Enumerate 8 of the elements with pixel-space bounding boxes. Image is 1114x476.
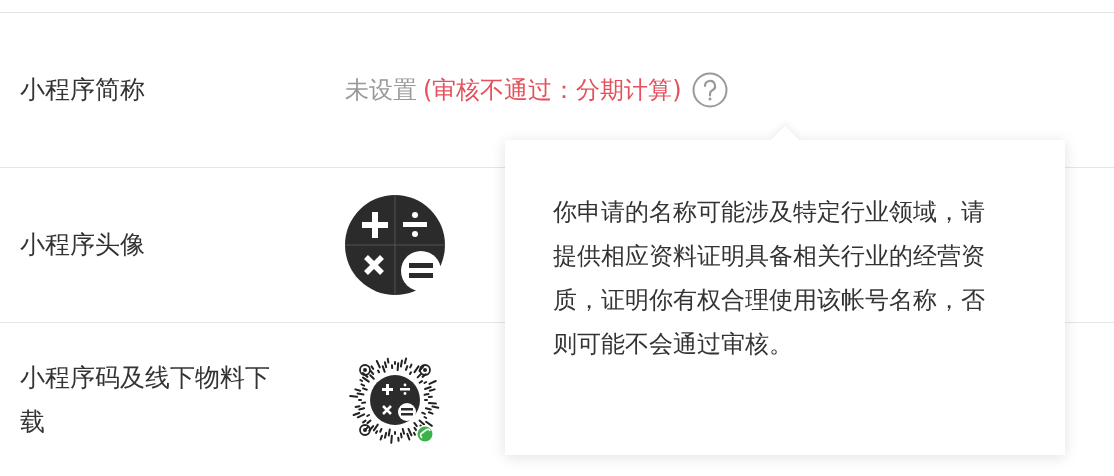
- tooltip-text: 你申请的名称可能涉及特定行业领域，请提供相应资料证明具备相关行业的经营资质，证明你有权合理使用该帐号名称，否则可能不会通过审核。: [553, 197, 986, 360]
- review-status: (审核不通过：分期计算): [423, 75, 682, 106]
- calculator-icon: [345, 195, 445, 295]
- field-value: 未设置: [345, 75, 417, 106]
- help-icon[interactable]: [691, 72, 728, 108]
- field-label: 小程序码及线下物料下载: [19, 362, 271, 438]
- field-label: 小程序头像: [19, 229, 146, 261]
- field-label: 小程序简称: [19, 74, 146, 106]
